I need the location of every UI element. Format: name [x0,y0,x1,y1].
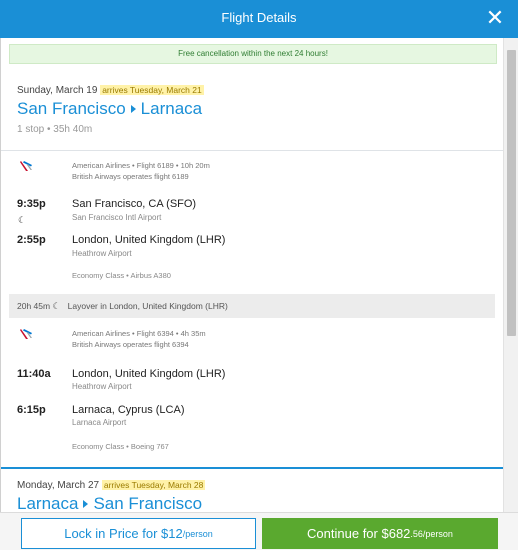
return-arrives: arrives Tuesday, March 28 [101,480,206,490]
operated-by: British Airways operates flight 6394 [72,340,189,349]
return-divider [1,467,503,469]
divider [1,150,503,151]
flight-info: American Airlines • Flight 6189 • 10h 20… [72,160,210,182]
american-airlines-icon [20,161,32,171]
continue-cents: .56 [410,528,423,539]
airline-flight-line: American Airlines • Flight 6189 • 10h 20… [72,161,210,170]
cancellation-notice: Free cancellation within the next 24 hou… [9,44,497,64]
flight-details-scroll[interactable]: Free cancellation within the next 24 hou… [0,38,503,512]
close-button[interactable]: ✕ [472,0,518,38]
overnight-moon-icon: ☾ [18,215,27,225]
scrollbar[interactable] [503,38,518,512]
lock-price-button[interactable]: Lock in Price for $12/person [21,518,256,549]
layover-duration: 20h 45m [17,301,51,311]
route-arrow-icon [83,499,89,508]
cabin-info: Economy Class • Boeing 767 [72,442,169,451]
return-date-line: Monday, March 27 arrives Tuesday, March … [17,480,206,491]
layover-text: Layover in London, United Kingdom (LHR) [67,301,228,311]
return-destination: San Francisco [93,494,203,512]
arrive-place: London, United Kingdom (LHR) [72,234,226,246]
depart-time: 11:40a [17,368,51,380]
lock-price-label: Lock in Price for $12 [64,526,183,541]
lock-price-per: /person [182,528,213,539]
cabin-info: Economy Class • Airbus A380 [72,271,171,280]
outbound-summary: 1 stop • 35h 40m [17,124,93,135]
outbound-arrives: arrives Tuesday, March 21 [100,85,204,95]
return-route: Larnaca San Francisco [17,494,202,512]
arrive-time: 2:55p [17,234,46,246]
close-icon[interactable]: ✕ [486,8,504,30]
arrive-airport: Heathrow Airport [72,249,132,258]
outbound-destination: Larnaca [140,99,203,118]
depart-time: 9:35p [17,198,46,210]
outbound-route: San Francisco Larnaca [17,99,202,119]
outbound-date: Sunday, March 19 [17,85,98,96]
outbound-date-line: Sunday, March 19 arrives Tuesday, March … [17,85,204,96]
layover-moon-icon: ☾ [52,301,61,311]
layover-bar: 20h 45m ☾ Layover in London, United King… [9,294,495,318]
airline-flight-line: American Airlines • Flight 6394 • 4h 35m [72,329,206,338]
outbound-origin: San Francisco [17,99,126,118]
depart-place: London, United Kingdom (LHR) [72,368,226,380]
arrive-time: 6:15p [17,404,46,416]
scrollbar-thumb[interactable] [507,50,516,336]
arrive-airport: Larnaca Airport [72,418,127,427]
continue-per: /person [422,528,453,539]
depart-airport: Heathrow Airport [72,382,132,391]
return-date: Monday, March 27 [17,480,100,491]
american-airlines-icon [20,329,32,339]
flight-info: American Airlines • Flight 6394 • 4h 35m… [72,328,206,350]
operated-by: British Airways operates flight 6189 [72,172,189,181]
route-arrow-icon [130,104,136,113]
depart-airport: San Francisco Intl Airport [72,213,162,222]
header-bar: Flight Details ✕ [0,0,518,38]
depart-place: San Francisco, CA (SFO) [72,198,197,210]
return-origin: Larnaca [17,494,79,512]
continue-button[interactable]: Continue for $682.56/person [262,518,498,549]
footer-bar: Lock in Price for $12/person Continue fo… [0,512,518,550]
arrive-place: Larnaca, Cyprus (LCA) [72,404,185,416]
page-title: Flight Details [221,10,297,25]
continue-label: Continue for $682 [307,526,411,541]
